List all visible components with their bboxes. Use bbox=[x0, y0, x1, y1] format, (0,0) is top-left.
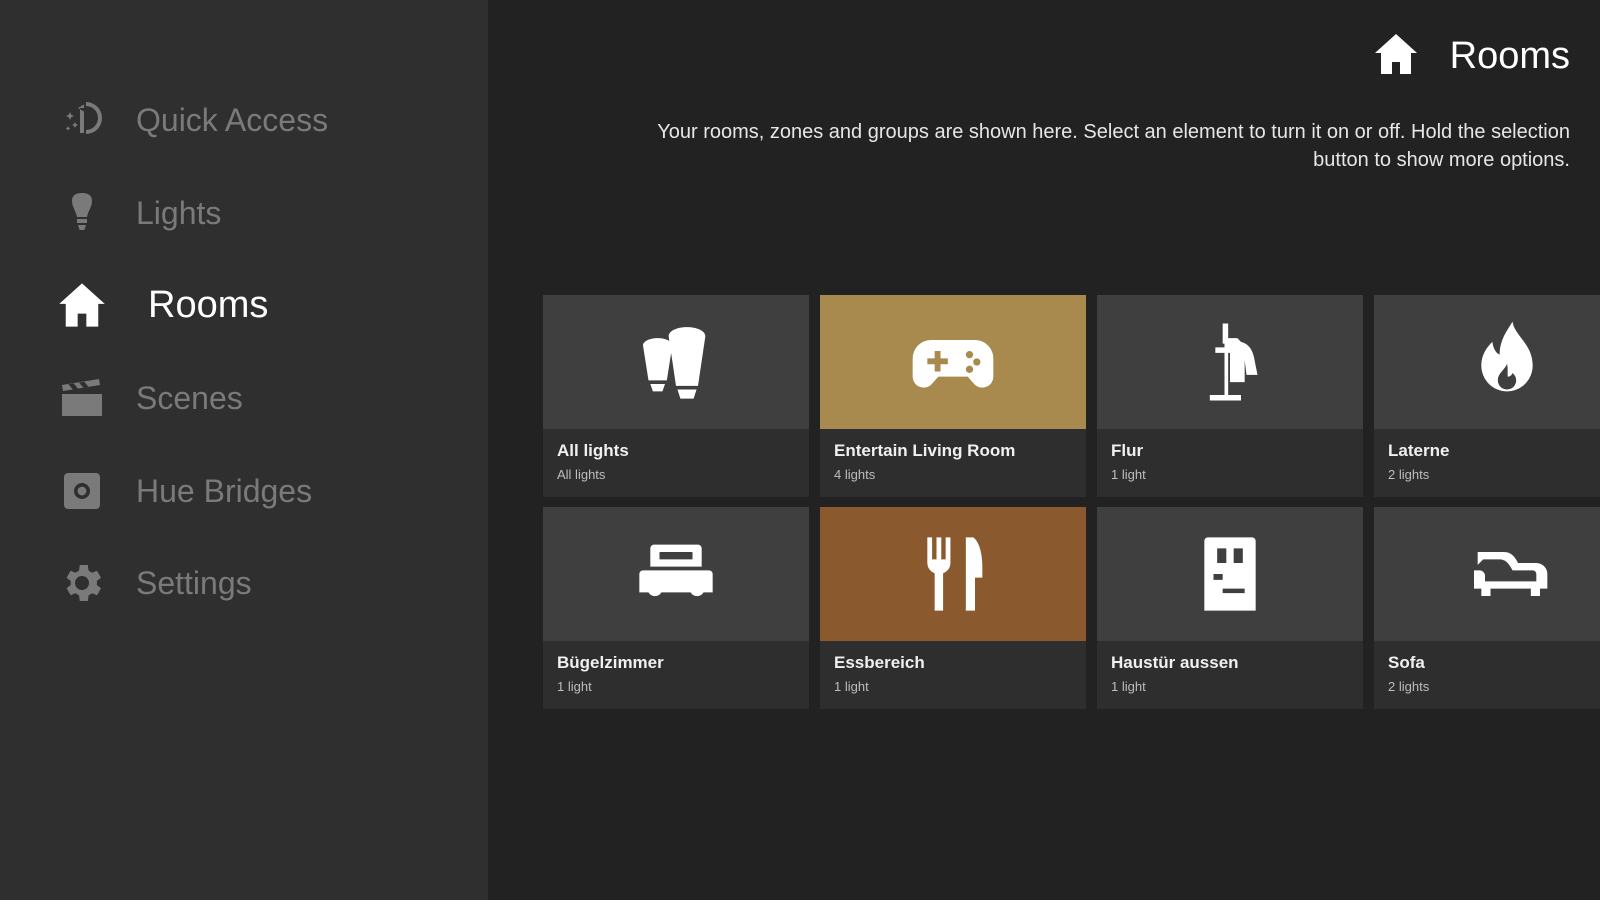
tile-icon-area bbox=[1374, 295, 1600, 429]
tile-count: 1 light bbox=[1111, 679, 1146, 694]
room-tile-laterne[interactable]: Laterne 2 lights bbox=[1374, 295, 1600, 497]
tile-count: All lights bbox=[557, 467, 606, 482]
tile-count: 1 light bbox=[557, 679, 592, 694]
tile-icon-area bbox=[543, 507, 809, 641]
room-tile-entertain-living-room[interactable]: Entertain Living Room 4 lights bbox=[820, 295, 1086, 497]
home-icon bbox=[56, 279, 108, 331]
room-tile-haustuer-aussen[interactable]: Haustür aussen 1 light bbox=[1097, 507, 1363, 709]
bulbs-group-icon bbox=[643, 327, 706, 399]
sidebar-item-settings[interactable]: Settings bbox=[56, 553, 456, 613]
sofa-icon bbox=[1474, 552, 1548, 596]
home-icon bbox=[1372, 30, 1420, 83]
page-title: Rooms bbox=[1449, 35, 1570, 77]
sidebar: Quick Access Lights Rooms Scenes Hue Bri bbox=[0, 0, 488, 900]
page-header: Rooms bbox=[1372, 30, 1570, 83]
bulb-icon bbox=[56, 187, 108, 239]
sidebar-item-label: Quick Access bbox=[136, 101, 329, 138]
tile-count: 1 light bbox=[834, 679, 869, 694]
room-tile-flur[interactable]: Flur 1 light bbox=[1097, 295, 1363, 497]
tile-icon-area bbox=[1097, 507, 1363, 641]
room-tile-essbereich[interactable]: Essbereich 1 light bbox=[820, 507, 1086, 709]
tile-name: Bügelzimmer bbox=[557, 653, 664, 672]
tile-name: Essbereich bbox=[834, 653, 925, 672]
tile-count: 2 lights bbox=[1388, 467, 1430, 482]
page-description: Your rooms, zones and groups are shown h… bbox=[657, 121, 1570, 171]
room-tile-all-lights[interactable]: All lights All lights bbox=[543, 295, 809, 497]
tile-count: 1 light bbox=[1111, 467, 1146, 482]
sidebar-item-lights[interactable]: Lights bbox=[56, 183, 456, 243]
bridge-icon bbox=[56, 465, 108, 517]
coat-rack-icon bbox=[1209, 323, 1258, 401]
gamepad-icon bbox=[912, 340, 994, 388]
tile-name: All lights bbox=[557, 441, 629, 460]
tile-name: Sofa bbox=[1388, 653, 1425, 672]
tile-name: Laterne bbox=[1388, 441, 1450, 460]
sidebar-item-label: Hue Bridges bbox=[136, 472, 313, 509]
sidebar-item-hue-bridges[interactable]: Hue Bridges bbox=[56, 461, 456, 521]
sidebar-item-label: Rooms bbox=[148, 283, 269, 326]
gear-icon bbox=[56, 557, 108, 609]
room-tile-buegelzimmer[interactable]: Bügelzimmer 1 light bbox=[543, 507, 809, 709]
rooms-grid: All lights All lights Entertain Living R… bbox=[543, 295, 1600, 715]
tile-count: 4 lights bbox=[834, 467, 876, 482]
cutlery-icon bbox=[927, 537, 983, 611]
tile-name: Flur bbox=[1111, 441, 1144, 460]
app-root: Quick Access Lights Rooms Scenes Hue Bri bbox=[0, 0, 1600, 900]
quick-access-icon bbox=[56, 94, 108, 146]
sidebar-item-rooms[interactable]: Rooms bbox=[56, 275, 456, 335]
sidebar-item-label: Scenes bbox=[136, 379, 243, 416]
tile-name: Haustür aussen bbox=[1111, 653, 1239, 672]
bed-icon bbox=[639, 544, 713, 597]
tile-icon-area bbox=[820, 507, 1086, 641]
tile-icon-area bbox=[1374, 507, 1600, 641]
tile-count: 2 lights bbox=[1388, 679, 1430, 694]
room-tile-sofa[interactable]: Sofa 2 lights bbox=[1374, 507, 1600, 709]
tile-name: Entertain Living Room bbox=[834, 441, 1016, 460]
tile-icon-area bbox=[543, 295, 809, 429]
tile-icon-area bbox=[1097, 295, 1363, 429]
sidebar-item-label: Settings bbox=[136, 564, 252, 601]
sidebar-item-quick-access[interactable]: Quick Access bbox=[56, 90, 456, 150]
sidebar-item-label: Lights bbox=[136, 194, 222, 231]
sidebar-item-scenes[interactable]: Scenes bbox=[56, 368, 456, 428]
door-icon bbox=[1204, 537, 1256, 611]
tile-icon-area bbox=[820, 295, 1086, 429]
clapperboard-icon bbox=[56, 372, 108, 424]
flame-icon bbox=[1481, 321, 1533, 392]
